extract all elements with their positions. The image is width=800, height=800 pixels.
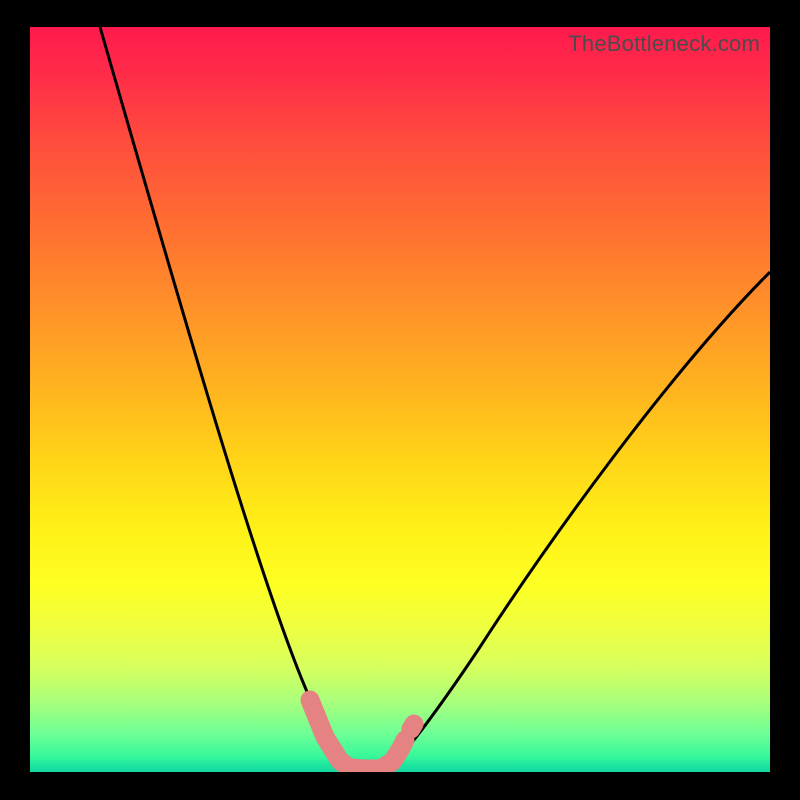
plot-area: TheBottleneck.com	[30, 27, 770, 772]
left-curve	[100, 27, 348, 768]
right-curve	[390, 272, 770, 768]
marker-band	[310, 700, 414, 769]
chart-svg	[30, 27, 770, 772]
watermark-text: TheBottleneck.com	[568, 31, 760, 57]
outer-frame: TheBottleneck.com	[0, 0, 800, 800]
